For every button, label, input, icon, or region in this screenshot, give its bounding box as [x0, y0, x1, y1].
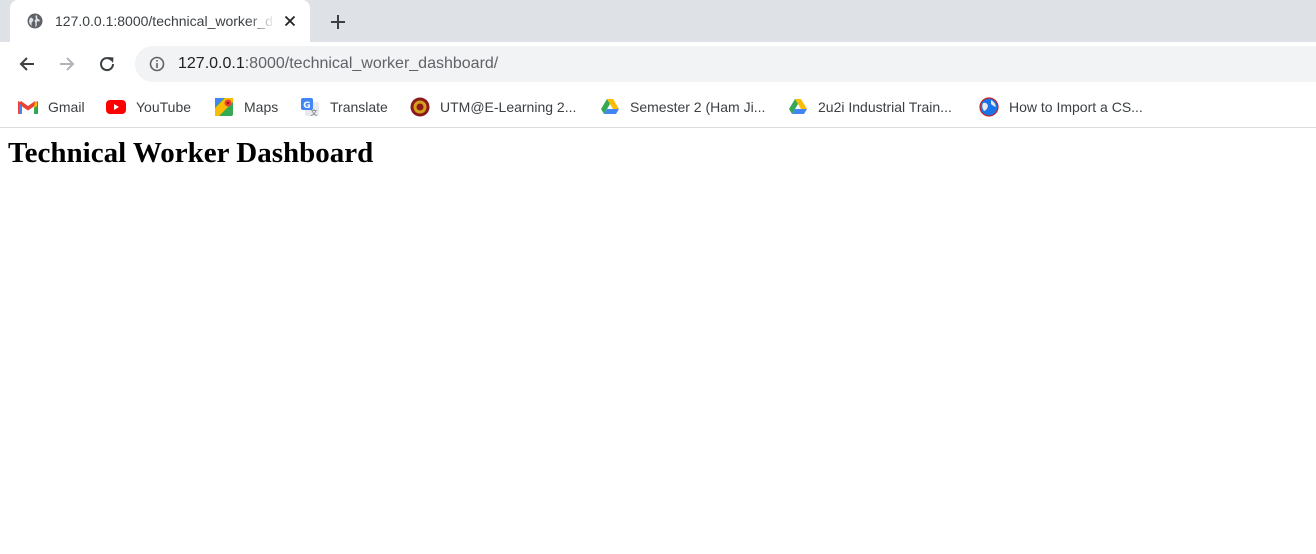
translate-icon: G 文 [300, 97, 320, 117]
bookmark-2u2i-industrial[interactable]: 2u2i Industrial Train... [788, 96, 952, 118]
new-tab-button[interactable] [324, 8, 352, 36]
info-icon[interactable] [149, 56, 165, 72]
bookmark-how-to-import[interactable]: How to Import a CS... [979, 96, 1143, 118]
url-path: :8000/technical_worker_dashboard/ [244, 55, 499, 72]
page-title: Technical Worker Dashboard [8, 137, 374, 169]
bookmark-translate[interactable]: G 文 Translate [300, 96, 388, 118]
bookmark-label: Gmail [48, 99, 85, 115]
plus-icon [331, 15, 345, 29]
bookmark-semester-2[interactable]: Semester 2 (Ham Ji... [600, 96, 765, 118]
svg-text:文: 文 [311, 108, 318, 117]
active-tab[interactable]: 127.0.0.1:8000/technical_worker_dashboar… [10, 0, 310, 42]
bookmark-label: Maps [244, 99, 279, 115]
back-button[interactable] [11, 48, 43, 80]
globe-icon [25, 11, 45, 31]
address-bar[interactable]: 127.0.0.1:8000/technical_worker_dashboar… [135, 46, 1316, 82]
bookmark-label: How to Import a CS... [1009, 99, 1143, 115]
bookmark-label: Semester 2 (Ham Ji... [630, 99, 766, 115]
url-host: 127.0.0.1 [178, 55, 245, 72]
tab-title: 127.0.0.1:8000/technical_worker_dashboar… [55, 13, 275, 29]
bookmark-label: Translate [330, 99, 388, 115]
reload-button[interactable] [91, 48, 123, 80]
toolbar: 127.0.0.1:8000/technical_worker_dashboar… [0, 42, 1316, 86]
browser-chrome: 127.0.0.1:8000/technical_worker_dashboar… [0, 0, 1316, 128]
close-icon[interactable] [280, 11, 300, 31]
bookmark-gmail[interactable]: Gmail [18, 96, 85, 118]
google-drive-icon [788, 97, 808, 117]
utm-icon [410, 97, 430, 117]
gmail-icon [18, 97, 38, 117]
forward-button[interactable] [51, 48, 83, 80]
bookmark-youtube[interactable]: YouTube [106, 96, 191, 118]
maps-icon [214, 97, 234, 117]
arrow-right-icon [60, 57, 75, 71]
page-content: Technical Worker Dashboard [0, 137, 1316, 170]
bookmark-maps[interactable]: Maps [214, 96, 278, 118]
url-text: 127.0.0.1:8000/technical_worker_dashboar… [178, 55, 498, 73]
bookmark-utm-elearning[interactable]: UTM@E-Learning 2... [410, 96, 576, 118]
reload-icon [100, 57, 115, 72]
arrow-left-icon [19, 57, 34, 71]
bookmark-label: UTM@E-Learning 2... [440, 99, 577, 115]
google-drive-icon [600, 97, 620, 117]
bookmark-label: 2u2i Industrial Train... [818, 99, 952, 115]
web-icon [979, 97, 999, 117]
bookmark-label: YouTube [136, 99, 192, 115]
youtube-icon [106, 97, 126, 117]
tab-strip: 127.0.0.1:8000/technical_worker_dashboar… [0, 0, 1316, 42]
bookmarks-bar: Gmail YouTube Maps G 文 Translate UTM@E-L… [0, 86, 1316, 128]
